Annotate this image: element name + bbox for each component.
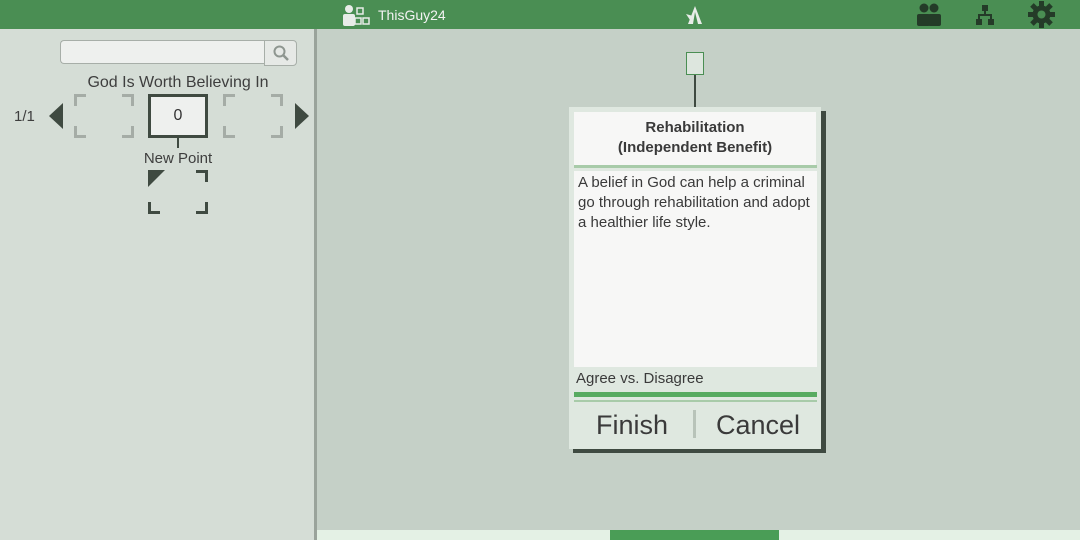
empty-slot-left — [74, 94, 134, 138]
type-divider — [574, 400, 817, 402]
fold-corner-icon — [148, 170, 165, 187]
scrollbar-thumb[interactable] — [610, 530, 779, 540]
search-button[interactable] — [264, 40, 297, 66]
type-indicator-bar — [574, 392, 817, 397]
score-box[interactable]: 0 — [148, 94, 208, 138]
logo-icon — [686, 6, 702, 24]
card-title-line1: Rehabilitation — [645, 119, 745, 136]
button-separator — [693, 410, 696, 438]
next-arrow-icon[interactable] — [295, 103, 309, 129]
new-point-label: New Point — [143, 150, 213, 167]
people-icon[interactable] — [916, 2, 942, 27]
page-indicator: 1/1 — [14, 108, 35, 125]
parent-node[interactable] — [686, 52, 704, 75]
username[interactable]: ThisGuy24 — [378, 7, 446, 23]
card-title[interactable]: Rehabilitation (Independent Benefit) — [574, 112, 816, 167]
topic-title[interactable]: God Is Worth Believing In — [48, 74, 308, 92]
finish-button[interactable]: Finish — [574, 405, 690, 445]
panel-divider[interactable] — [314, 29, 317, 540]
point-editor-card: Rehabilitation (Independent Benefit) A b… — [569, 107, 821, 449]
gear-icon[interactable] — [1028, 1, 1055, 28]
new-point-node[interactable] — [148, 170, 208, 214]
card-connector — [694, 75, 696, 108]
user-group-icon[interactable] — [341, 3, 371, 27]
cancel-button[interactable]: Cancel — [699, 405, 817, 445]
search-input[interactable] — [60, 40, 264, 64]
previous-arrow-icon[interactable] — [49, 103, 63, 129]
search-icon — [273, 45, 289, 61]
top-bar: ThisGuy24 — [0, 0, 1080, 29]
title-divider — [574, 165, 817, 168]
card-body-text[interactable]: A belief in God can help a criminal go t… — [574, 171, 817, 367]
card-type-label[interactable]: Agree vs. Disagree — [576, 370, 704, 387]
tree-connector — [177, 138, 179, 148]
card-title-line2: (Independent Benefit) — [617, 139, 773, 156]
hierarchy-icon[interactable] — [975, 4, 995, 26]
empty-slot-right — [223, 94, 283, 138]
